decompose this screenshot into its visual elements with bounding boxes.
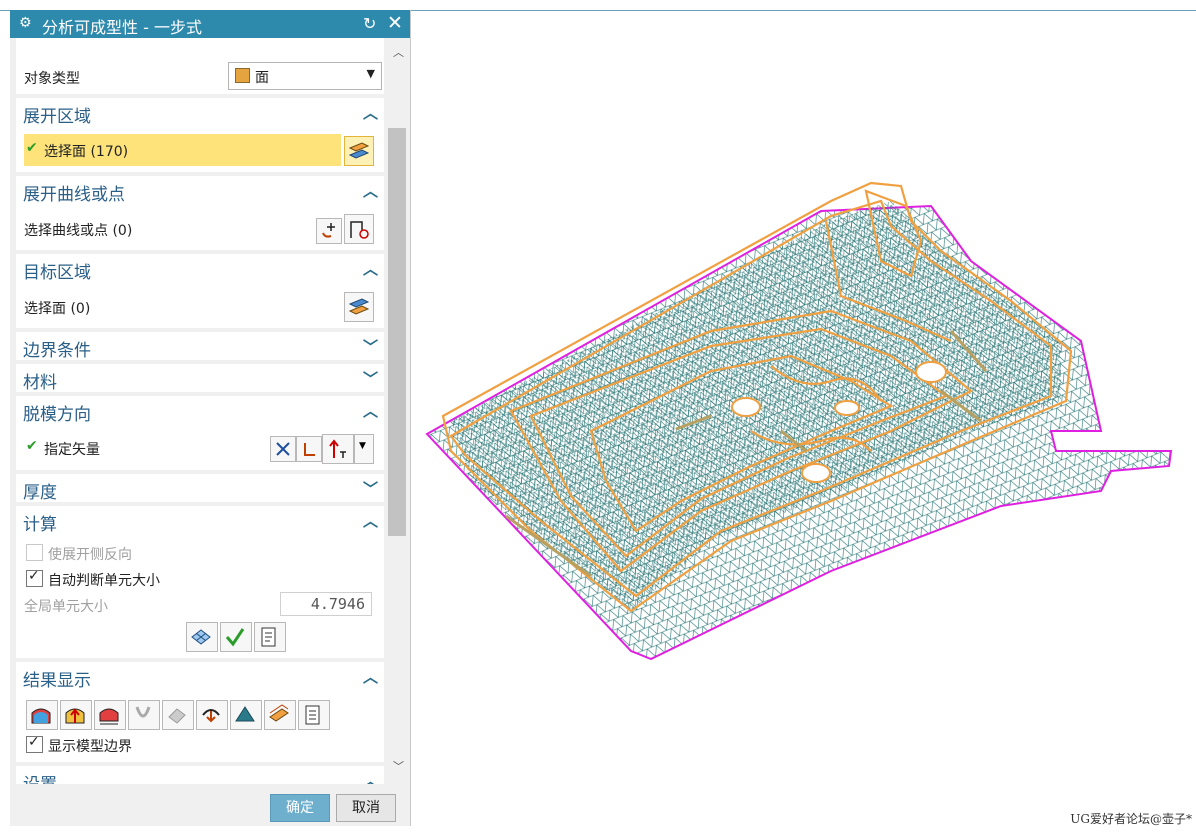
close-icon[interactable]: ✕ — [387, 12, 403, 34]
checkmark-icon: ✓ — [28, 734, 40, 750]
reverse-side-label: 使展开侧反向 — [48, 547, 132, 563]
dialog-title-bar: ⚙ 分析可成型性 - 一步式 ↻ ✕ — [10, 10, 410, 38]
chevron-down-icon: ﹀ — [362, 480, 378, 498]
check-icon: ✔ — [26, 140, 38, 156]
boundary-header[interactable]: 边界条件 ﹀ — [16, 332, 384, 361]
draft-direction-header[interactable]: 脱模方向 ︿ — [16, 396, 384, 425]
global-size-label: 全局单元大小 — [24, 599, 108, 615]
select-face-label: 选择面 (170) — [44, 144, 129, 160]
show-boundary-label: 显示模型边界 — [48, 739, 132, 755]
thickness-header[interactable]: 厚度 ﹀ — [16, 474, 384, 503]
chevron-down-icon: ﹀ — [362, 370, 378, 388]
mesh-button[interactable] — [186, 622, 218, 652]
blank-outline-button[interactable] — [196, 700, 228, 730]
unfold-region-header[interactable]: 展开区域 ︿ — [16, 98, 384, 127]
section-title: 目标区域 — [23, 263, 91, 283]
section-title: 展开曲线或点 — [23, 185, 125, 205]
draft-direction-section: 脱模方向 ︿ ✔ 指定矢量 ▼ — [16, 396, 384, 470]
global-size-value: 4.7946 — [310, 595, 365, 613]
chevron-down-icon: ﹀ — [362, 338, 378, 356]
chevron-up-icon: ︿ — [362, 402, 378, 420]
target-face-button[interactable] — [344, 292, 374, 322]
chevron-up-icon: ︿ — [362, 260, 378, 278]
dialog-title: 分析可成型性 - 一步式 — [42, 18, 202, 37]
report-doc-button[interactable] — [298, 700, 330, 730]
scrollbar-thumb[interactable] — [388, 128, 406, 536]
chevron-down-icon: ▼ — [366, 67, 375, 80]
export-mesh-button[interactable] — [230, 700, 262, 730]
thickness-result-button[interactable] — [26, 700, 58, 730]
cancel-button[interactable]: 取消 — [336, 794, 396, 822]
formability-dialog: ⚙ 分析可成型性 - 一步式 ↻ ✕ 对象类型 面 ▼ 展开区域 ︿ ✔ 选择面… — [10, 10, 411, 826]
unfold-curves-section: 展开曲线或点 ︿ 选择曲线或点 (0) — [16, 176, 384, 250]
springback-button[interactable] — [128, 700, 160, 730]
chevron-down-icon: ▼ — [359, 441, 366, 451]
graphics-viewport[interactable]: UG爱好者论坛@壶子* — [411, 11, 1196, 829]
reverse-vector-button[interactable] — [270, 436, 296, 462]
strain-result-button[interactable] — [60, 700, 92, 730]
vector-label: 指定矢量 — [44, 442, 100, 458]
chevron-up-icon: ︿ — [362, 512, 378, 530]
results-header[interactable]: 结果显示 ︿ — [16, 662, 384, 691]
section-title: 脱模方向 — [23, 405, 91, 425]
target-region-header[interactable]: 目标区域 ︿ — [16, 254, 384, 283]
point-add-button[interactable] — [316, 218, 342, 244]
scroll-down-icon[interactable]: ﹀ — [393, 758, 404, 774]
vector-type-button[interactable] — [322, 434, 354, 464]
show-boundary-checkbox[interactable]: ✓ — [26, 734, 43, 753]
check-mesh-button[interactable] — [220, 622, 252, 652]
section-title: 展开区域 — [23, 107, 91, 127]
auto-size-checkbox[interactable]: ✓ — [26, 568, 43, 587]
section-title: 边界条件 — [23, 341, 91, 361]
dialog-content: 对象类型 面 ▼ 展开区域 ︿ ✔ 选择面 (170) 展开曲线或点 ︿ 选择曲… — [10, 38, 386, 784]
trim-line-button[interactable] — [162, 700, 194, 730]
target-region-section: 目标区域 ︿ 选择面 (0) — [16, 254, 384, 328]
object-type-row: 对象类型 面 ▼ — [16, 38, 384, 94]
reset-icon[interactable]: ↻ — [363, 14, 376, 33]
dialog-scrollbar[interactable]: ︿ ﹀ — [386, 38, 410, 784]
stress-result-button[interactable] — [94, 700, 126, 730]
object-type-select[interactable]: 面 ▼ — [228, 62, 382, 90]
face-select-button[interactable] — [344, 136, 374, 166]
chevron-up-icon: ︿ — [362, 668, 378, 686]
unfold-region-section: 展开区域 ︿ ✔ 选择面 (170) — [16, 98, 384, 172]
unfold-curves-header[interactable]: 展开曲线或点 ︿ — [16, 176, 384, 205]
layer-result-button[interactable] — [264, 700, 296, 730]
compute-header[interactable]: 计算 ︿ — [16, 506, 384, 535]
chevron-up-icon: ︿ — [362, 182, 378, 200]
gear-icon[interactable]: ⚙ — [19, 15, 32, 31]
chevron-up-icon: ︿ — [362, 772, 378, 784]
curve-select-button[interactable] — [344, 214, 374, 244]
section-title: 计算 — [23, 515, 57, 535]
scroll-up-icon[interactable]: ︿ — [393, 44, 404, 60]
global-size-input[interactable]: 4.7946 — [280, 592, 372, 616]
reverse-side-checkbox[interactable] — [26, 544, 43, 561]
settings-header[interactable]: 设置 ︿ — [16, 766, 384, 784]
material-header[interactable]: 材料 ﹀ — [16, 364, 384, 393]
object-type-label: 对象类型 — [24, 71, 80, 87]
face-cube-icon — [235, 68, 250, 83]
section-title: 厚度 — [23, 483, 57, 503]
ok-button[interactable]: 确定 — [270, 794, 330, 822]
checkmark-icon: ✓ — [28, 568, 40, 584]
check-icon: ✔ — [26, 438, 38, 454]
chevron-up-icon: ︿ — [362, 104, 378, 122]
report-button[interactable] — [254, 622, 286, 652]
section-title: 结果显示 — [23, 671, 91, 691]
section-title: 材料 — [23, 373, 57, 393]
select-face-row[interactable]: ✔ 选择面 (170) — [24, 134, 341, 166]
forum-watermark: UG爱好者论坛@壶子* — [1070, 812, 1192, 826]
object-type-value: 面 — [255, 70, 269, 86]
vector-dialog-button[interactable] — [296, 436, 322, 462]
dialog-footer: 确定 取消 — [10, 784, 410, 826]
vector-type-dropdown[interactable]: ▼ — [354, 434, 374, 464]
select-curves-label: 选择曲线或点 (0) — [24, 223, 133, 239]
section-title: 设置 — [23, 770, 57, 784]
auto-size-label: 自动判断单元大小 — [48, 573, 160, 589]
target-select-label: 选择面 (0) — [24, 301, 91, 317]
stamped-part-mesh — [425, 181, 1173, 661]
